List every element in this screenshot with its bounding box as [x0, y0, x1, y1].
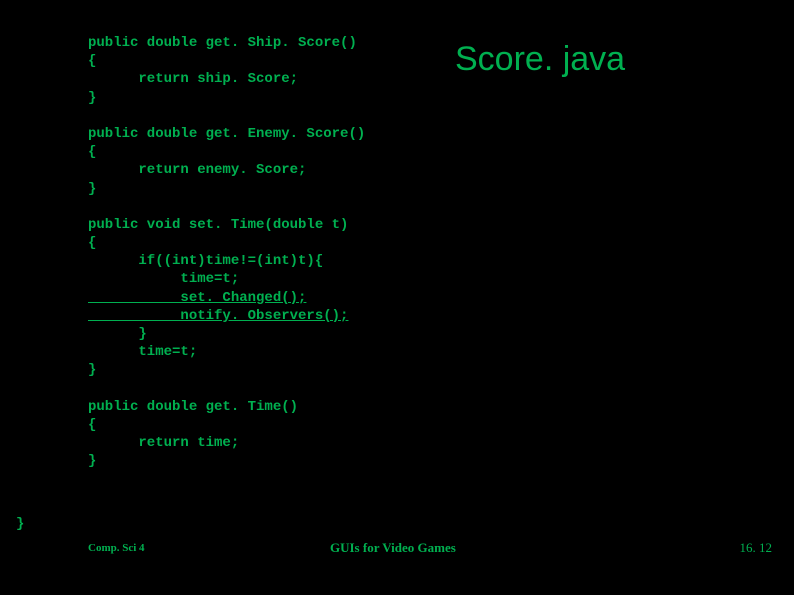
code-block: public double get. Ship. Score() { retur…: [88, 34, 428, 471]
closing-brace: }: [16, 516, 24, 532]
code-line: return time;: [88, 435, 239, 451]
code-line: }: [88, 453, 96, 469]
code-line: {: [88, 53, 96, 69]
code-line: }: [88, 362, 96, 378]
code-line: {: [88, 417, 96, 433]
code-line: }: [88, 90, 96, 106]
code-line: {: [88, 235, 96, 251]
code-line: {: [88, 144, 96, 160]
footer-right: 16. 12: [740, 540, 773, 556]
code-line: set. Changed();: [88, 290, 306, 306]
code-line: notify. Observers();: [88, 308, 348, 324]
code-line: public double get. Enemy. Score(): [88, 126, 365, 142]
code-line: return enemy. Score;: [88, 162, 306, 178]
footer-center: GUIs for Video Games: [330, 540, 456, 556]
code-line: time=t;: [88, 344, 197, 360]
code-line: return ship. Score;: [88, 71, 298, 87]
code-line: }: [88, 326, 147, 342]
code-line: }: [88, 181, 96, 197]
code-line: public void set. Time(double t): [88, 217, 348, 233]
code-line: public double get. Time(): [88, 399, 298, 415]
footer-left: Comp. Sci 4: [88, 542, 145, 554]
code-line: if((int)time!=(int)t){: [88, 253, 323, 269]
code-line: public double get. Ship. Score(): [88, 35, 357, 51]
code-line: time=t;: [88, 271, 239, 287]
slide-title: Score. java: [455, 40, 625, 79]
